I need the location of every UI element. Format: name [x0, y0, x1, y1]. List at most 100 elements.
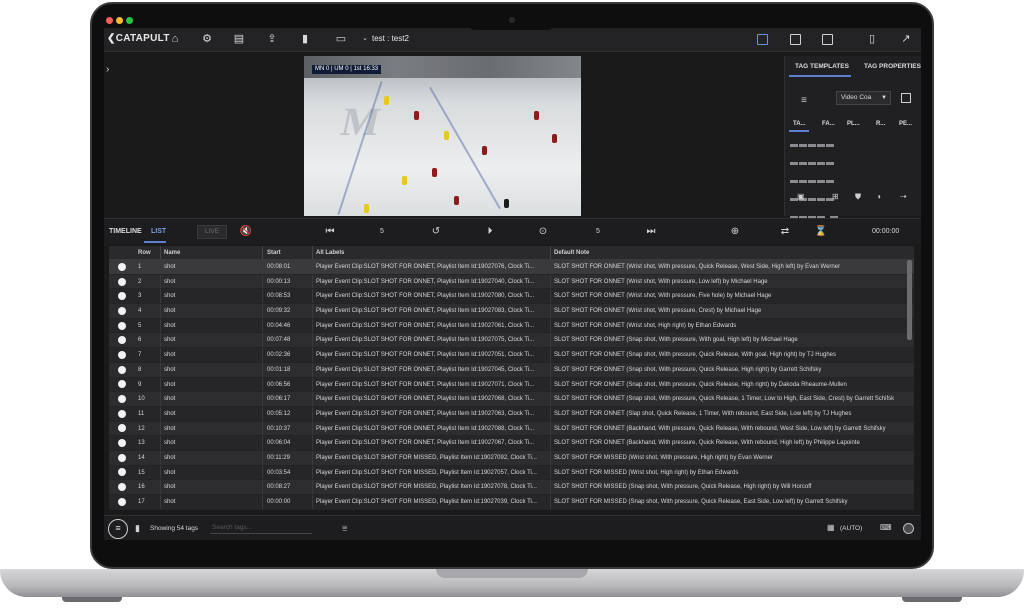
template-tab[interactable]: FA... [822, 121, 835, 127]
layout-video-icon[interactable] [757, 34, 768, 45]
search-tags-input[interactable] [210, 521, 312, 534]
shield-icon[interactable]: ⛊ [855, 192, 861, 202]
keyboard-icon[interactable]: ⌨ [880, 523, 892, 532]
template-button-grid[interactable] [790, 135, 840, 237]
row-select-toggle[interactable] [109, 495, 135, 509]
select-radio[interactable] [118, 365, 126, 374]
select-radio[interactable] [118, 262, 126, 271]
skip-forward-button[interactable]: 5 [591, 225, 605, 239]
table-row[interactable]: 8 shot 00:01:18 Player Event Clip:SLOT SHOT… [109, 362, 914, 378]
add-tag-icon[interactable]: ⊕ [728, 225, 742, 239]
select-radio[interactable] [118, 468, 126, 477]
record-button[interactable] [903, 523, 914, 534]
tablet-icon[interactable]: ▯ [865, 32, 879, 46]
table-row[interactable]: 2 shot 00:00:13 Player Event Clip:SLOT SHOT… [109, 274, 914, 290]
table-row[interactable]: 3 shot 00:08:53 Player Event Clip:SLOT SHOT… [109, 289, 914, 305]
tab-tag-properties[interactable]: TAG PROPERTIES [864, 63, 921, 70]
row-select-toggle[interactable] [109, 378, 135, 392]
close-window-button[interactable] [106, 17, 113, 24]
row-select-toggle[interactable] [109, 289, 135, 303]
row-select-toggle[interactable] [109, 260, 135, 274]
layout-list-icon[interactable] [790, 34, 801, 45]
row-select-toggle[interactable] [109, 422, 135, 436]
split-icon[interactable]: ⇢ [900, 192, 907, 201]
expand-panel-chevron-icon[interactable]: › [106, 64, 109, 75]
table-row[interactable]: 15 shot 00:03:54 Player Event Clip:SLOT SHO… [109, 465, 914, 481]
filter-icon[interactable]: ⩸ [342, 523, 347, 534]
select-radio[interactable] [118, 395, 126, 404]
select-radio[interactable] [118, 350, 126, 359]
table-row[interactable]: 6 shot 00:07:48 Player Event Clip:SLOT SHOT… [109, 333, 914, 349]
external-link-icon[interactable]: ↗ [899, 32, 913, 46]
template-tab[interactable]: PE... [899, 121, 912, 127]
tab-tag-templates[interactable]: TAG TEMPLATES [795, 63, 849, 70]
select-radio[interactable] [118, 409, 126, 418]
table-row[interactable]: 12 shot 00:10:37 Player Event Clip:SLOT SHO… [109, 421, 914, 437]
row-select-toggle[interactable] [109, 275, 135, 289]
mute-icon[interactable]: 🔇 [239, 225, 253, 239]
minimize-window-button[interactable] [116, 17, 123, 24]
column-header-name[interactable]: Name [160, 246, 262, 259]
table-row[interactable]: 4 shot 00:09:32 Player Event Clip:SLOT SHOT… [109, 304, 914, 319]
table-row[interactable]: 17 shot 00:00:00 Player Event Clip:SLOT SHO… [109, 495, 914, 510]
template-dropdown[interactable]: Video Coa ▼ [836, 91, 891, 105]
select-radio[interactable] [118, 453, 126, 462]
skip-back-button[interactable]: 5 [375, 225, 389, 239]
select-radio[interactable] [118, 483, 126, 492]
export-icon[interactable]: ⇪ [265, 32, 279, 46]
select-radio[interactable] [118, 424, 126, 433]
column-header-start[interactable]: Start [262, 246, 312, 259]
column-header-labels[interactable]: All Labels [312, 246, 550, 259]
select-radio[interactable] [118, 497, 126, 506]
live-button[interactable]: LIVE [197, 225, 227, 239]
clips-icon[interactable]: ▤ [232, 32, 246, 46]
table-row[interactable]: 14 shot 00:11:29 Player Event Clip:SLOT SHO… [109, 450, 914, 466]
video-player[interactable]: MN 0 | UM 0 | 1st 16:33 M [304, 56, 581, 216]
table-row[interactable]: 11 shot 00:05:12 Player Event Clip:SLOT SHO… [109, 406, 914, 422]
tab-list[interactable]: LIST [151, 228, 166, 235]
row-select-toggle[interactable] [109, 304, 135, 318]
chevron-down-icon[interactable]: ⌄ [358, 32, 372, 46]
select-radio[interactable] [118, 306, 126, 315]
row-select-toggle[interactable] [109, 451, 135, 465]
select-radio[interactable] [118, 336, 126, 345]
select-radio[interactable] [118, 321, 126, 330]
add-icon[interactable]: ⊞ [832, 192, 839, 201]
table-row[interactable]: 9 shot 00:06:56 Player Event Clip:SLOT SHOT… [109, 377, 914, 393]
row-select-toggle[interactable] [109, 407, 135, 421]
loop-icon[interactable]: ⇄ [778, 225, 792, 239]
calendar-icon[interactable]: ▦ [827, 523, 835, 532]
select-radio[interactable] [118, 292, 126, 301]
select-radio[interactable] [118, 380, 126, 389]
tag-icon[interactable]: ◗ [877, 192, 882, 201]
table-row[interactable]: 13 shot 00:06:04 Player Event Clip:SLOT SHO… [109, 436, 914, 451]
menu-icon[interactable]: ≡ [801, 95, 807, 106]
row-select-toggle[interactable] [109, 466, 135, 480]
table-row[interactable]: 10 shot 00:06:17 Player Event Clip:SLOT SHO… [109, 392, 914, 407]
home-icon[interactable]: ⌂ [168, 32, 182, 46]
header-select[interactable] [109, 246, 135, 259]
row-select-toggle[interactable] [109, 348, 135, 362]
template-tab[interactable]: R... [876, 121, 885, 127]
template-tab[interactable]: PL... [847, 121, 860, 127]
row-select-toggle[interactable] [109, 436, 135, 450]
table-scrollbar[interactable] [907, 260, 912, 340]
auto-mode-label[interactable]: (AUTO) [840, 525, 862, 532]
list-menu-button[interactable]: ≡ [108, 519, 128, 539]
session-selector[interactable]: test : test2 [372, 34, 409, 43]
monitor-icon[interactable]: ▭ [334, 32, 348, 46]
select-radio[interactable] [118, 277, 126, 286]
table-row[interactable]: 5 shot 00:04:46 Player Event Clip:SLOT SHOT… [109, 318, 914, 334]
slow-motion-icon[interactable]: ⊙ [536, 225, 550, 239]
skip-to-end-icon[interactable]: ⏭ [644, 225, 658, 239]
select-radio[interactable] [118, 439, 126, 448]
row-select-toggle[interactable] [109, 480, 135, 494]
table-row[interactable]: 16 shot 00:08:27 Player Event Clip:SLOT SHO… [109, 480, 914, 495]
column-header-row[interactable]: Row [135, 246, 160, 259]
play-icon[interactable]: ⏵ [483, 225, 497, 239]
row-select-toggle[interactable] [109, 392, 135, 406]
template-tab[interactable]: TA... [793, 121, 806, 127]
bookmark-icon[interactable]: ▮ [298, 32, 312, 46]
bookmark-icon[interactable]: ▮ [135, 523, 140, 534]
tab-timeline[interactable]: TIMELINE [109, 228, 142, 235]
